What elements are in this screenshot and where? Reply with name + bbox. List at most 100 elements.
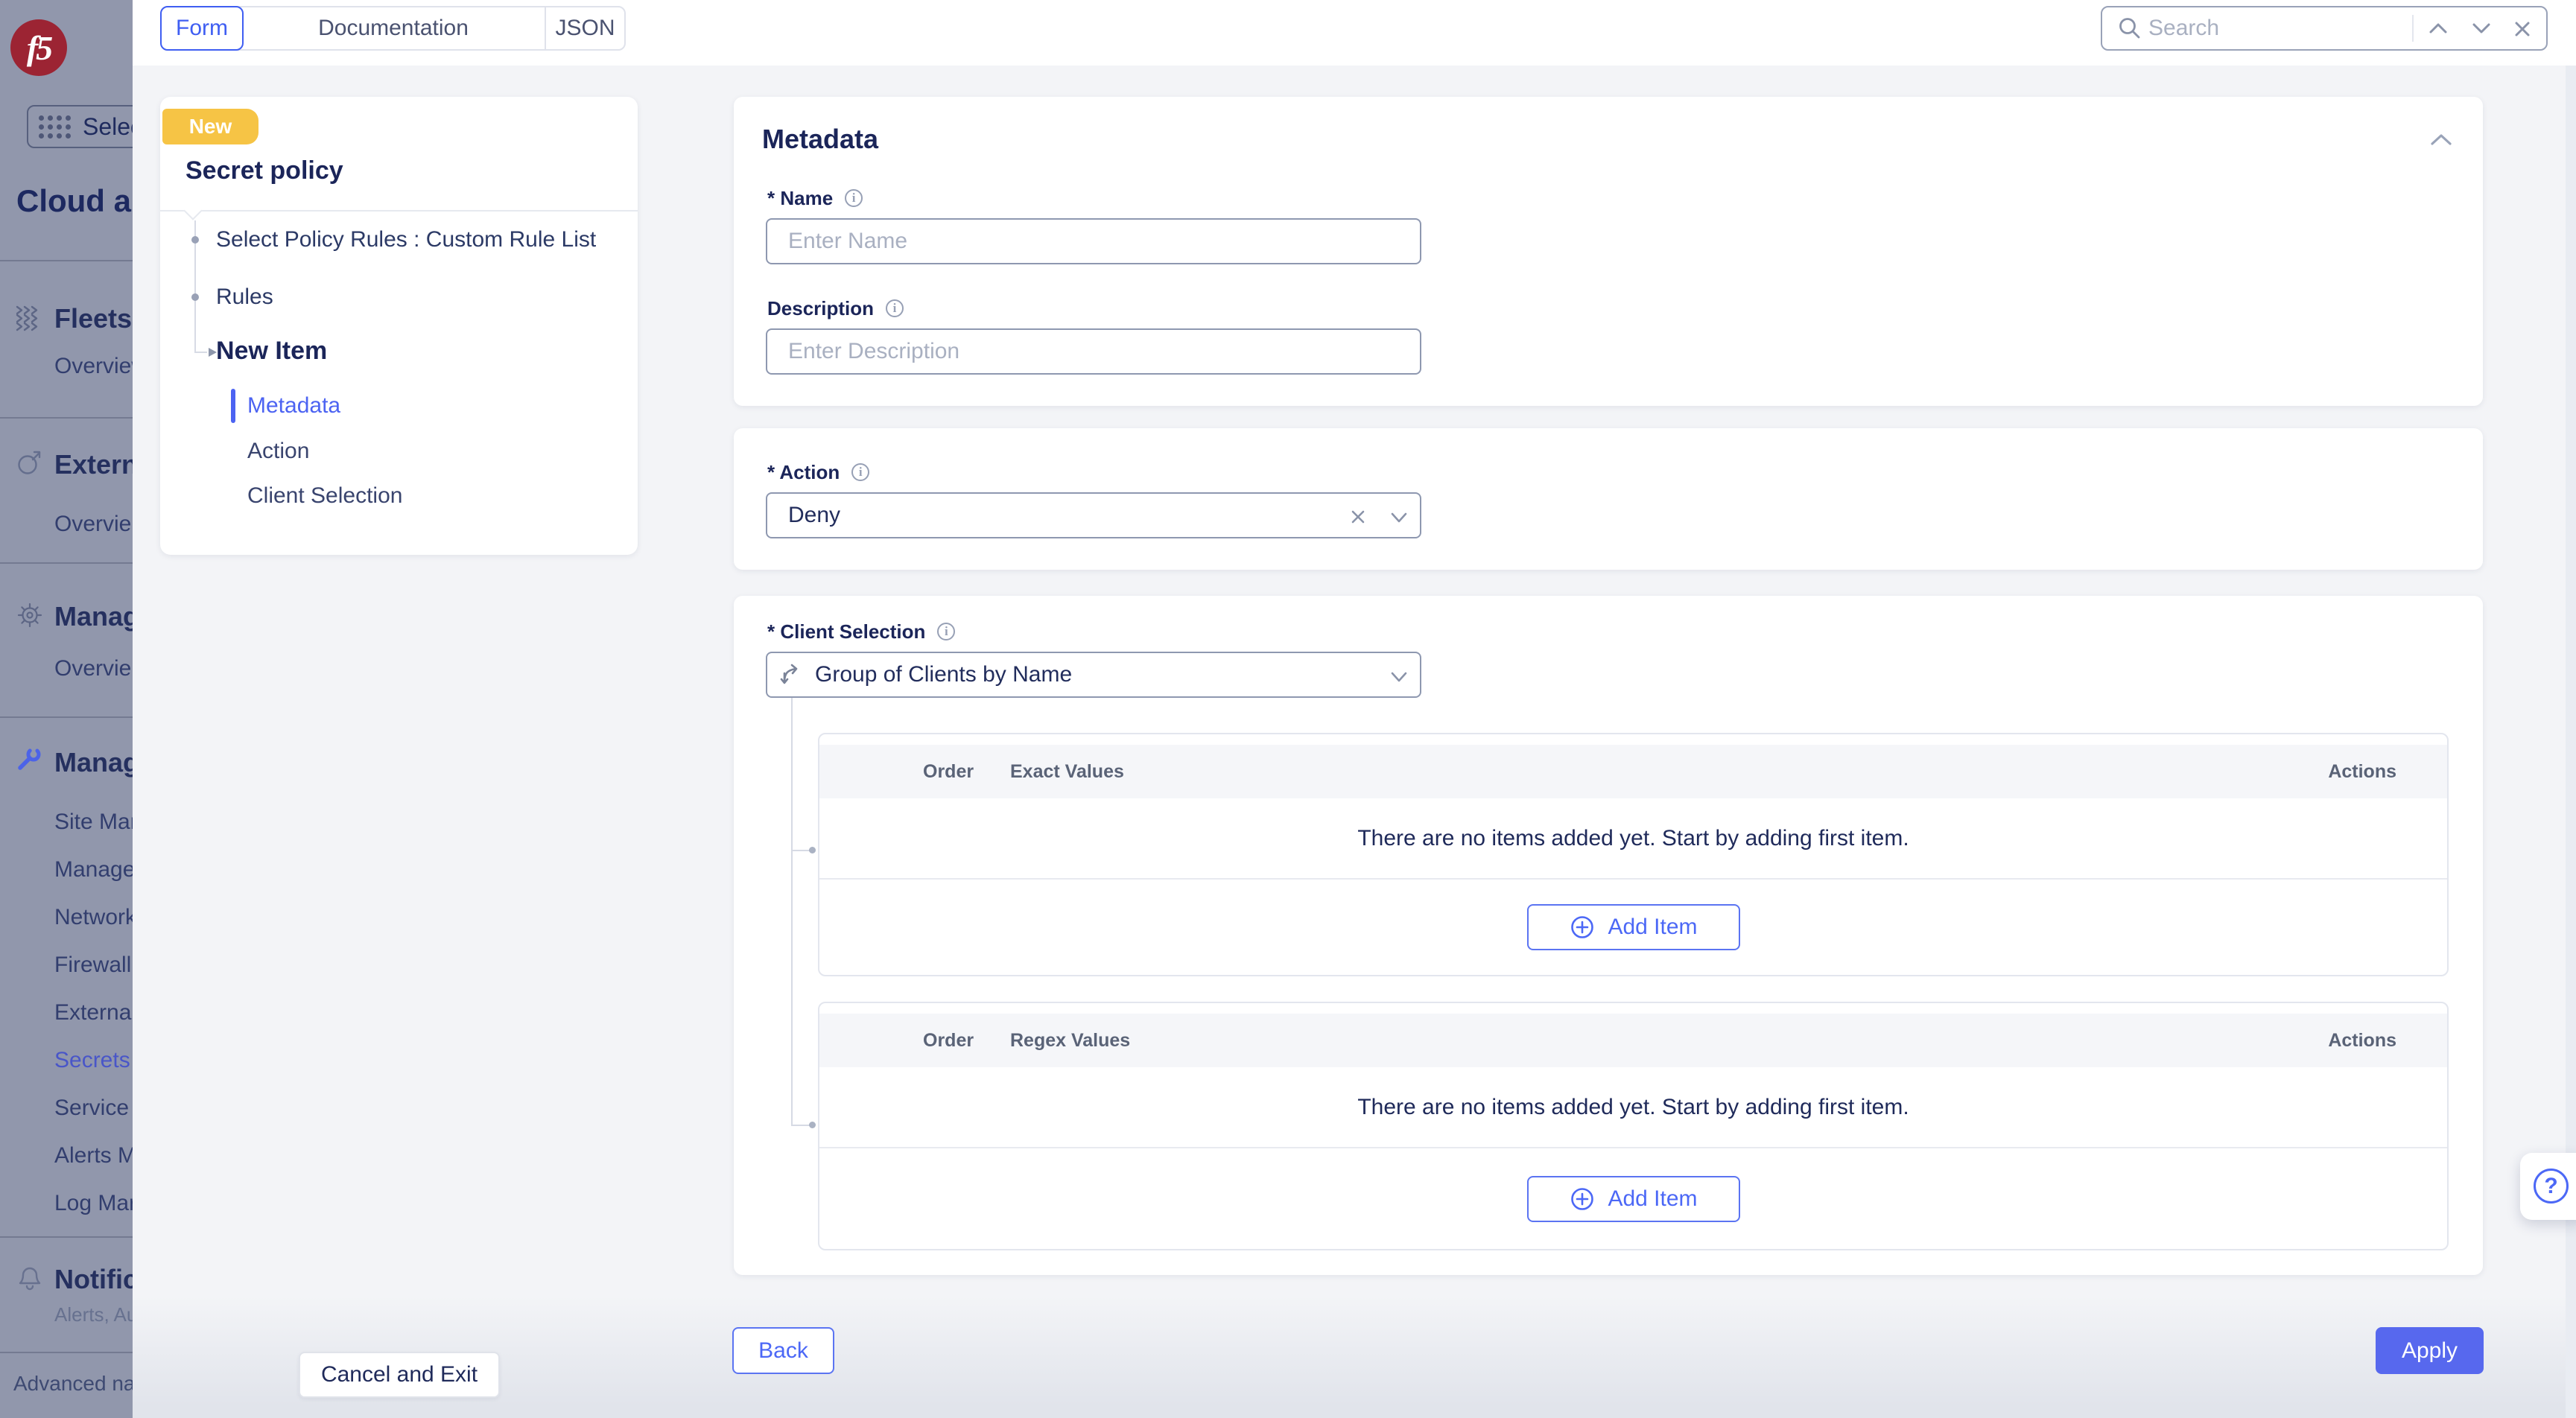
back-button[interactable]: Back bbox=[732, 1327, 834, 1374]
search-divider bbox=[2412, 15, 2414, 42]
view-tab-group: Form Documentation JSON bbox=[160, 6, 626, 51]
action-select[interactable]: Deny bbox=[766, 492, 1421, 538]
sidebar-divider bbox=[0, 1352, 133, 1353]
sidebar-item-secrets[interactable]: Secrets bbox=[54, 1044, 133, 1077]
collapse-chevron-icon[interactable] bbox=[2430, 133, 2452, 146]
bell-icon bbox=[15, 1263, 45, 1293]
table-header-row: Order Regex Values Actions bbox=[819, 1014, 2447, 1067]
info-icon[interactable]: i bbox=[937, 623, 955, 640]
branch-icon bbox=[778, 661, 805, 688]
help-button[interactable]: ? bbox=[2520, 1153, 2576, 1220]
stepper-title: Secret policy bbox=[185, 156, 343, 185]
step-dot bbox=[191, 293, 199, 301]
sidebar-item-service[interactable]: Service bbox=[54, 1092, 133, 1125]
sidebar-section-fleets[interactable]: Fleets bbox=[0, 301, 133, 337]
sidebar-section-external[interactable]: Externa bbox=[0, 447, 133, 483]
step-select-policy-rules[interactable]: Select Policy Rules : Custom Rule List bbox=[216, 227, 596, 252]
client-selection-select[interactable]: Group of Clients by Name bbox=[766, 652, 1421, 698]
sidebar-item-manage[interactable]: Manage bbox=[54, 853, 133, 886]
search-close-icon[interactable] bbox=[2513, 20, 2531, 38]
clear-selection-icon[interactable] bbox=[1350, 509, 1366, 525]
tab-json[interactable]: JSON bbox=[545, 7, 624, 49]
question-mark-icon: ? bbox=[2534, 1169, 2569, 1204]
chevron-down-icon[interactable] bbox=[1390, 671, 1408, 683]
column-header-exact-values: Exact Values bbox=[1010, 761, 2328, 783]
action-label-text: * Action bbox=[767, 461, 840, 484]
search-prev-icon[interactable] bbox=[2429, 21, 2448, 36]
sidebar-section-managed[interactable]: Manag bbox=[0, 599, 133, 635]
substep-action[interactable]: Action bbox=[247, 439, 309, 464]
info-icon[interactable]: i bbox=[845, 189, 863, 207]
column-header-order: Order bbox=[923, 1030, 1010, 1052]
description-label-text: Description bbox=[767, 297, 874, 320]
add-item-label: Add Item bbox=[1608, 1186, 1697, 1212]
sidebar-section-notifications[interactable]: Notifica bbox=[0, 1262, 133, 1297]
step-rules[interactable]: Rules bbox=[216, 284, 273, 310]
action-select-value: Deny bbox=[767, 503, 840, 528]
tab-form[interactable]: Form bbox=[160, 6, 244, 51]
sidebar-divider bbox=[0, 260, 133, 261]
metadata-section-title: Metadata bbox=[762, 124, 878, 155]
sidebar-item-overview[interactable]: Overview bbox=[54, 350, 133, 383]
info-icon[interactable]: i bbox=[851, 463, 869, 481]
search-icon bbox=[2117, 16, 2142, 41]
description-field-label: Description i bbox=[767, 296, 904, 320]
step-new-item[interactable]: New Item bbox=[216, 337, 327, 366]
sidebar-item-overview[interactable]: Overvie bbox=[54, 652, 133, 685]
column-header-regex-values: Regex Values bbox=[1010, 1030, 2328, 1052]
sidebar-item-firewall[interactable]: Firewall bbox=[54, 949, 133, 982]
shield-external-icon bbox=[15, 448, 45, 478]
sidebar-divider bbox=[0, 562, 133, 564]
add-item-button[interactable]: Add Item bbox=[1527, 904, 1740, 950]
sidebar-item-overview[interactable]: Overvie bbox=[54, 508, 133, 541]
table-footer: Add Item bbox=[819, 880, 2447, 975]
search-next-icon[interactable] bbox=[2472, 21, 2491, 36]
substep-metadata[interactable]: Metadata bbox=[247, 393, 340, 419]
sidebar-notifications-subtitle: Alerts, Au bbox=[54, 1303, 133, 1326]
sidebar-section-label: Manag bbox=[54, 599, 133, 635]
info-icon[interactable]: i bbox=[886, 299, 904, 317]
client-selection-select-value: Group of Clients by Name bbox=[805, 662, 1072, 687]
client-selection-label-text: * Client Selection bbox=[767, 620, 925, 643]
advanced-nav-toggle[interactable]: Advanced nav bbox=[13, 1372, 133, 1396]
wrench-icon bbox=[15, 746, 45, 776]
table-footer: Add Item bbox=[819, 1148, 2447, 1249]
step-dot bbox=[191, 236, 199, 244]
sidebar-section-label: Fleets bbox=[54, 301, 132, 337]
sidebar-section-label: Externa bbox=[54, 447, 133, 483]
sidebar-item-alerts[interactable]: Alerts M bbox=[54, 1139, 133, 1172]
name-input[interactable] bbox=[766, 218, 1421, 264]
sidebar-item-network[interactable]: Network bbox=[54, 901, 133, 934]
workspace-selector-label: Select s bbox=[83, 113, 133, 141]
regex-values-table: Order Regex Values Actions There are no … bbox=[818, 1002, 2449, 1250]
empty-state-text: There are no items added yet. Start by a… bbox=[819, 798, 2447, 878]
client-selection-field-label: * Client Selection i bbox=[767, 620, 955, 643]
sidebar-item-site-management[interactable]: Site Mar bbox=[54, 806, 133, 839]
sidebar-heading: Cloud and bbox=[16, 183, 133, 219]
tree-connector-line bbox=[791, 698, 793, 1126]
sidebar-divider bbox=[0, 417, 133, 419]
workspace-selector-button[interactable]: Select s bbox=[27, 105, 133, 148]
apply-button[interactable]: Apply bbox=[2376, 1327, 2484, 1374]
tree-connector-dot bbox=[809, 847, 816, 853]
tree-connector-dot bbox=[809, 1122, 816, 1128]
sidebar-item-log-management[interactable]: Log Mar bbox=[54, 1187, 133, 1220]
cancel-and-exit-button[interactable]: Cancel and Exit bbox=[299, 1352, 500, 1398]
sidebar-item-external[interactable]: External bbox=[54, 996, 133, 1029]
search-input[interactable] bbox=[2148, 10, 2387, 47]
name-field-label: * Name i bbox=[767, 186, 863, 210]
sidebar-section-label: Notifica bbox=[54, 1262, 133, 1297]
tab-documentation[interactable]: Documentation bbox=[242, 7, 545, 49]
substep-client-selection[interactable]: Client Selection bbox=[247, 483, 402, 509]
chevron-down-icon[interactable] bbox=[1390, 512, 1408, 524]
stepper-elbow bbox=[195, 352, 207, 353]
table-header-row: Order Exact Values Actions bbox=[819, 745, 2447, 798]
active-substep-bar bbox=[231, 389, 235, 423]
sidebar-section-manage[interactable]: Manag bbox=[0, 745, 133, 780]
helm-icon bbox=[15, 600, 45, 630]
empty-state-text: There are no items added yet. Start by a… bbox=[819, 1067, 2447, 1147]
description-input[interactable] bbox=[766, 328, 1421, 375]
f5-logo[interactable]: f5 bbox=[10, 19, 67, 76]
add-circle-icon bbox=[1569, 1186, 1596, 1212]
add-item-button[interactable]: Add Item bbox=[1527, 1176, 1740, 1222]
